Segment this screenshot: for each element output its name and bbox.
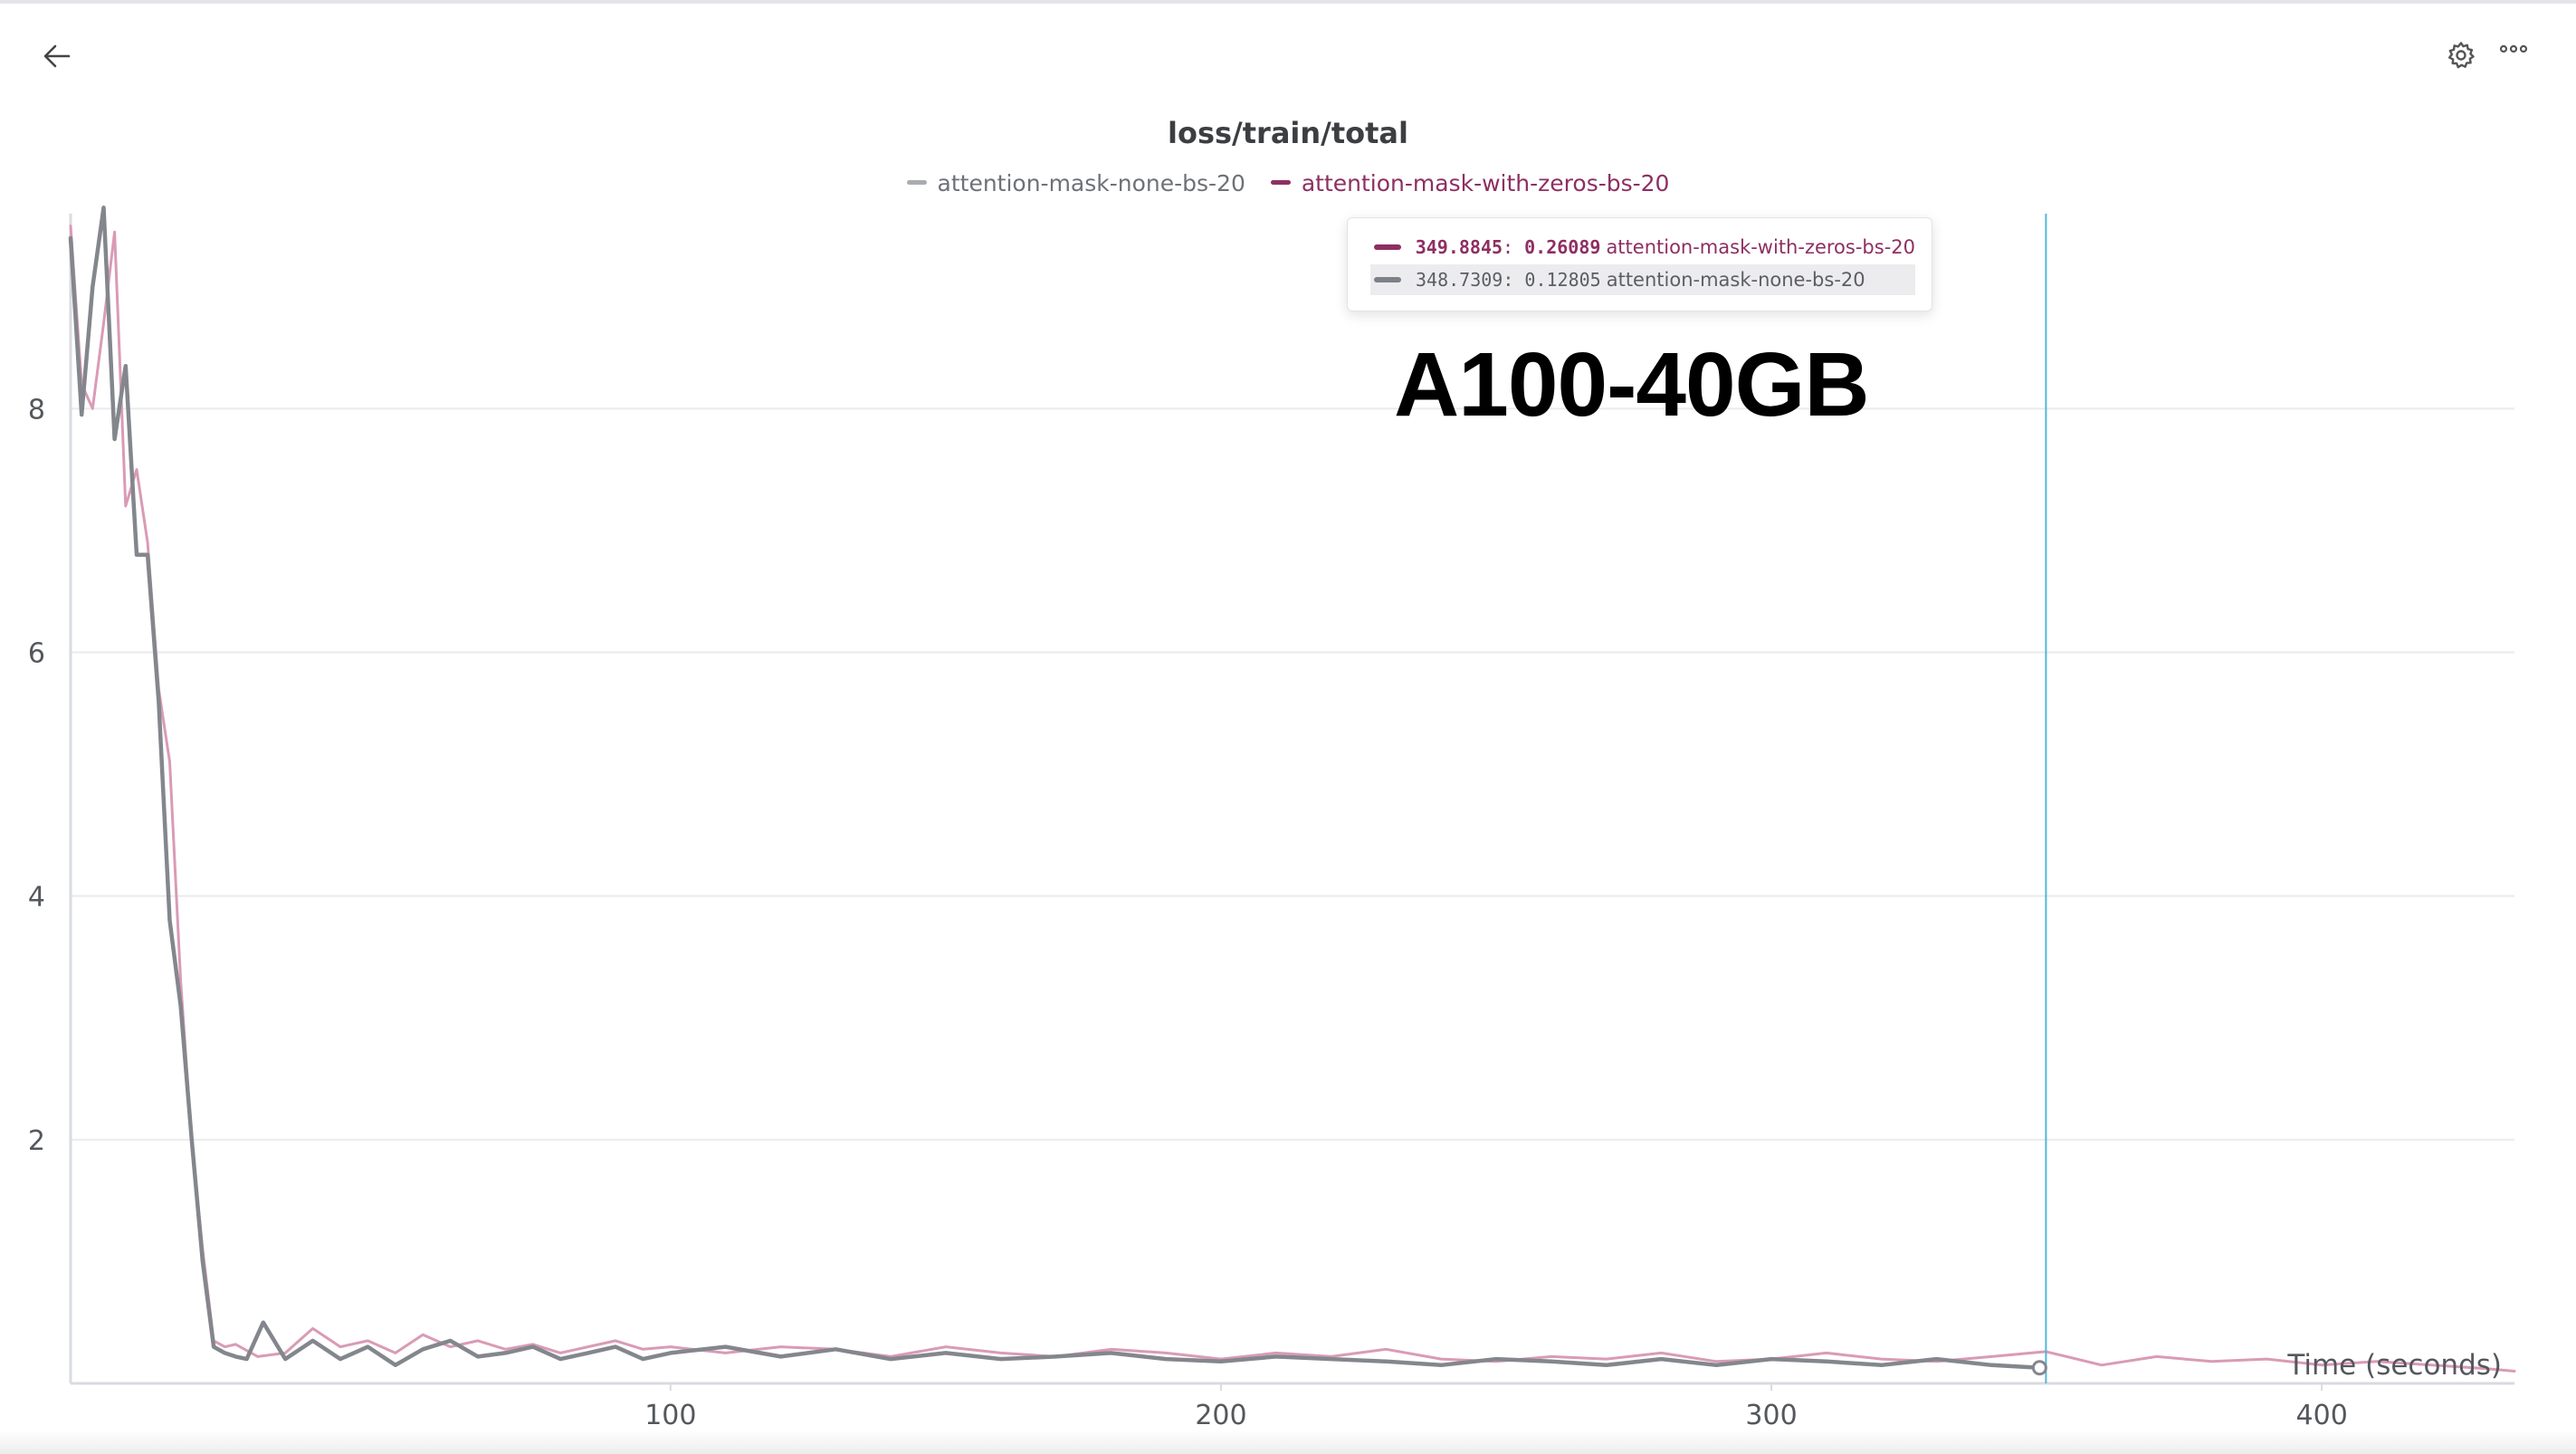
chart-plot[interactable]: 2 4 6 8 100 200 300 400 Time (seconds) — [0, 0, 2576, 1454]
tooltip-row: 349.8845: 0.26089 attention-mask-with-ze… — [1370, 232, 1915, 263]
y-tick-label: 4 — [28, 882, 45, 914]
tooltip-swatch — [1374, 277, 1401, 282]
x-tick-label: 300 — [1745, 1400, 1797, 1431]
tooltip-series: attention-mask-none-bs-20 — [1606, 269, 1865, 291]
x-tick-label: 400 — [2296, 1400, 2348, 1431]
hover-layer — [2031, 214, 2047, 1383]
tooltip-colon: : — [1503, 269, 1525, 291]
series-lines — [68, 206, 2516, 1373]
bottom-fade — [0, 1430, 2576, 1454]
axes: 2 4 6 8 100 200 300 400 — [28, 214, 2514, 1431]
hover-tooltip: 349.8845: 0.26089 attention-mask-with-ze… — [1347, 217, 1932, 311]
x-axis-label: Time (seconds) — [2286, 1349, 2502, 1382]
tooltip-x: 349.8845 — [1415, 236, 1503, 258]
tooltip-row-highlighted: 348.7309: 0.12805 attention-mask-none-bs… — [1370, 264, 1915, 295]
x-tick-label: 100 — [644, 1400, 696, 1431]
tooltip-series: attention-mask-with-zeros-bs-20 — [1606, 236, 1915, 258]
grid-lines — [71, 407, 2514, 1141]
tooltip-y: 0.12805 — [1524, 269, 1601, 291]
series-line-zeros — [69, 225, 2516, 1373]
tooltip-swatch — [1374, 244, 1401, 250]
y-tick-label: 8 — [28, 394, 45, 426]
tooltip-x: 348.7309 — [1416, 269, 1503, 291]
x-tick-label: 200 — [1195, 1400, 1246, 1431]
y-tick-label: 6 — [28, 638, 45, 670]
hover-marker — [2031, 1360, 2047, 1376]
tooltip-colon: : — [1503, 236, 1525, 258]
tooltip-y: 0.26089 — [1524, 236, 1601, 258]
gpu-annotation: A100-40GB — [1394, 334, 1870, 435]
y-tick-label: 2 — [28, 1125, 45, 1157]
